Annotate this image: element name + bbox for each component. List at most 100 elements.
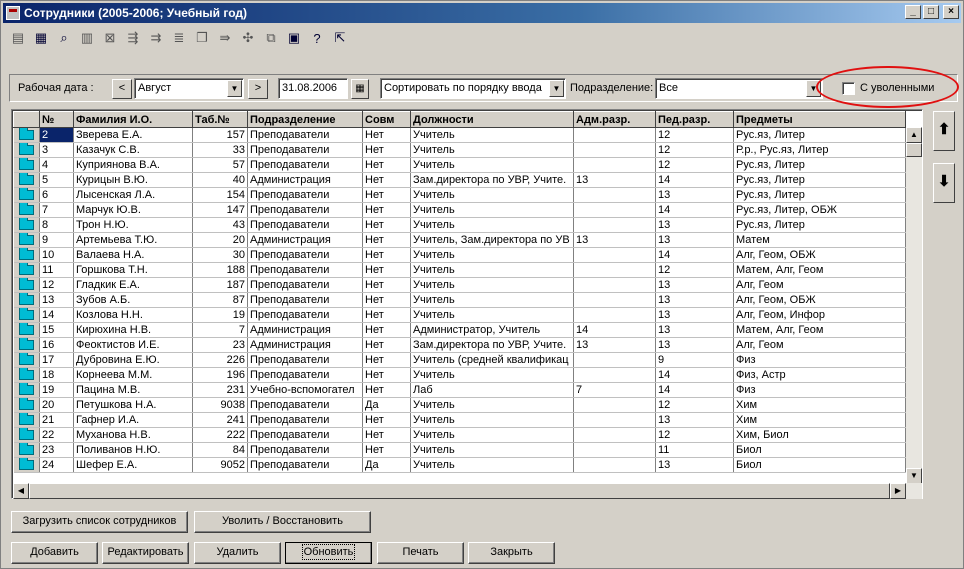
table-cell[interactable]: 10 [39, 247, 74, 263]
row-folder-cell[interactable] [13, 457, 40, 473]
table-cell[interactable]: 14 [39, 307, 74, 323]
row-folder-cell[interactable] [13, 367, 40, 383]
table-cell[interactable] [573, 457, 656, 473]
table-cell[interactable] [573, 247, 656, 263]
table-cell[interactable]: 157 [192, 127, 248, 143]
table-row[interactable]: 19 Пацина М.В. 231 Учебно-вспомогател Нет Лаб… [13, 382, 906, 398]
refresh-button[interactable]: Обновить [285, 542, 372, 564]
table-cell[interactable] [573, 397, 656, 413]
column-header[interactable]: Совм [362, 111, 411, 128]
table-cell[interactable]: Учитель [410, 157, 574, 173]
table-cell[interactable]: Пацина М.В. [73, 382, 193, 398]
move-up-icon[interactable]: ⬆ [933, 111, 955, 151]
table-cell[interactable]: 13 [573, 337, 656, 353]
table-cell[interactable]: 13 [573, 232, 656, 248]
column-header[interactable]: Предметы [733, 111, 906, 128]
sort-select[interactable]: Сортировать по порядку ввода ▼ [380, 78, 566, 99]
table-row[interactable]: 18 Корнеева М.М. 196 Преподаватели Нет Учител… [13, 367, 906, 383]
table-cell[interactable]: Преподаватели [247, 442, 363, 458]
table-cell[interactable]: Алг, Геом, ОБЖ [733, 292, 906, 308]
table-cell[interactable]: Алг, Геом [733, 337, 906, 353]
table-cell[interactable]: Преподаватели [247, 307, 363, 323]
table-cell[interactable] [573, 442, 656, 458]
table-row[interactable]: 9 Артемьева Т.Ю. 20 Администрация Нет Учитель… [13, 232, 906, 248]
table-cell[interactable]: Учитель (средней квалификац [410, 352, 574, 368]
table-cell[interactable]: Учитель [410, 367, 574, 383]
table-cell[interactable]: Рус.яз, Литер [733, 187, 906, 203]
table-cell[interactable]: 13 [655, 307, 734, 323]
table-cell[interactable]: 12 [655, 127, 734, 143]
table-cell[interactable]: 15 [39, 322, 74, 338]
table-cell[interactable]: Рус.яз, Литер [733, 217, 906, 233]
table-row[interactable]: 17 Дубровина Е.Ю. 226 Преподаватели Нет Учите… [13, 352, 906, 368]
table-cell[interactable]: Нет [362, 382, 411, 398]
table-cell[interactable] [573, 187, 656, 203]
column-header[interactable]: № [39, 111, 74, 128]
table-cell[interactable]: 13 [655, 232, 734, 248]
table-cell[interactable]: Алг, Геом [733, 277, 906, 293]
monitor-icon[interactable]: ▣ [283, 27, 305, 49]
table-cell[interactable]: Курицын В.Ю. [73, 172, 193, 188]
table-cell[interactable]: 13 [655, 217, 734, 233]
row-folder-cell[interactable] [13, 172, 40, 188]
table-cell[interactable]: Преподаватели [247, 262, 363, 278]
list-icon[interactable]: ≣ [168, 27, 190, 49]
row-folder-cell[interactable] [13, 232, 40, 248]
table-cell[interactable]: Нет [362, 352, 411, 368]
minimize-button[interactable]: _ [905, 5, 921, 19]
row-folder-cell[interactable] [13, 262, 40, 278]
calendar-icon[interactable]: ▦ [351, 79, 369, 99]
table-cell[interactable]: Трон Н.Ю. [73, 217, 193, 233]
row-folder-cell[interactable] [13, 217, 40, 233]
table-cell[interactable]: Да [362, 457, 411, 473]
table-row[interactable]: 16 Феоктистов И.Е. 23 Администрация Нет Зам.д… [13, 337, 906, 353]
table-cell[interactable] [573, 307, 656, 323]
table-cell[interactable]: Учитель [410, 217, 574, 233]
table-cell[interactable]: Администрация [247, 322, 363, 338]
table-row[interactable]: 20 Петушкова Н.А. 9038 Преподаватели Да Учите… [13, 397, 906, 413]
table-cell[interactable]: Р.р., Рус.яз, Литер [733, 142, 906, 158]
table-cell[interactable]: Нет [362, 202, 411, 218]
table-cell[interactable]: Преподаватели [247, 157, 363, 173]
table-cell[interactable]: Преподаватели [247, 247, 363, 263]
table-cell[interactable]: Преподаватели [247, 217, 363, 233]
table-cell[interactable]: Козлова Н.Н. [73, 307, 193, 323]
table-row[interactable]: 24 Шефер Е.А. 9052 Преподаватели Да Учитель 13… [13, 457, 906, 473]
table-cell[interactable]: Валаева Н.А. [73, 247, 193, 263]
table-cell[interactable]: 23 [192, 337, 248, 353]
table-cell[interactable]: 11 [655, 442, 734, 458]
table-cell[interactable]: Зверева Е.А. [73, 127, 193, 143]
table-row[interactable]: 10 Валаева Н.А. 30 Преподаватели Нет Учитель 1… [13, 247, 906, 263]
table-cell[interactable]: 14 [573, 322, 656, 338]
table-cell[interactable]: Хим, Биол [733, 427, 906, 443]
edit-record-icon[interactable]: ▥ [76, 27, 98, 49]
table-cell[interactable]: Кирюхина Н.В. [73, 322, 193, 338]
table-cell[interactable]: Рус.яз, Литер [733, 157, 906, 173]
close-button[interactable]: Закрыть [468, 542, 555, 564]
table-cell[interactable]: 196 [192, 367, 248, 383]
table-cell[interactable]: 5 [39, 172, 74, 188]
table-cell[interactable]: Биол [733, 457, 906, 473]
table-cell[interactable] [573, 412, 656, 428]
table-cell[interactable]: 30 [192, 247, 248, 263]
row-folder-cell[interactable] [13, 442, 40, 458]
table-cell[interactable]: 9 [655, 352, 734, 368]
table-cell[interactable]: Матем [733, 232, 906, 248]
table-cell[interactable]: Учитель [410, 397, 574, 413]
table-cell[interactable]: Марчук Ю.В. [73, 202, 193, 218]
table-cell[interactable]: 13 [655, 457, 734, 473]
table-cell[interactable] [573, 352, 656, 368]
table-cell[interactable]: Преподаватели [247, 412, 363, 428]
table-cell[interactable]: Физ, Астр [733, 367, 906, 383]
column-header[interactable]: Адм.разр. [573, 111, 656, 128]
table-cell[interactable]: 147 [192, 202, 248, 218]
division-select[interactable]: Все ▼ [655, 78, 823, 99]
scroll-down-icon[interactable]: ▼ [906, 468, 922, 484]
table-cell[interactable] [573, 217, 656, 233]
table-cell[interactable]: Поливанов Н.Ю. [73, 442, 193, 458]
copy-right-icon[interactable]: ⇉ [145, 27, 167, 49]
scroll-left-icon[interactable]: ◀ [13, 483, 29, 499]
table-cell[interactable]: Рус.яз, Литер [733, 172, 906, 188]
row-folder-cell[interactable] [13, 382, 40, 398]
table-cell[interactable]: 57 [192, 157, 248, 173]
